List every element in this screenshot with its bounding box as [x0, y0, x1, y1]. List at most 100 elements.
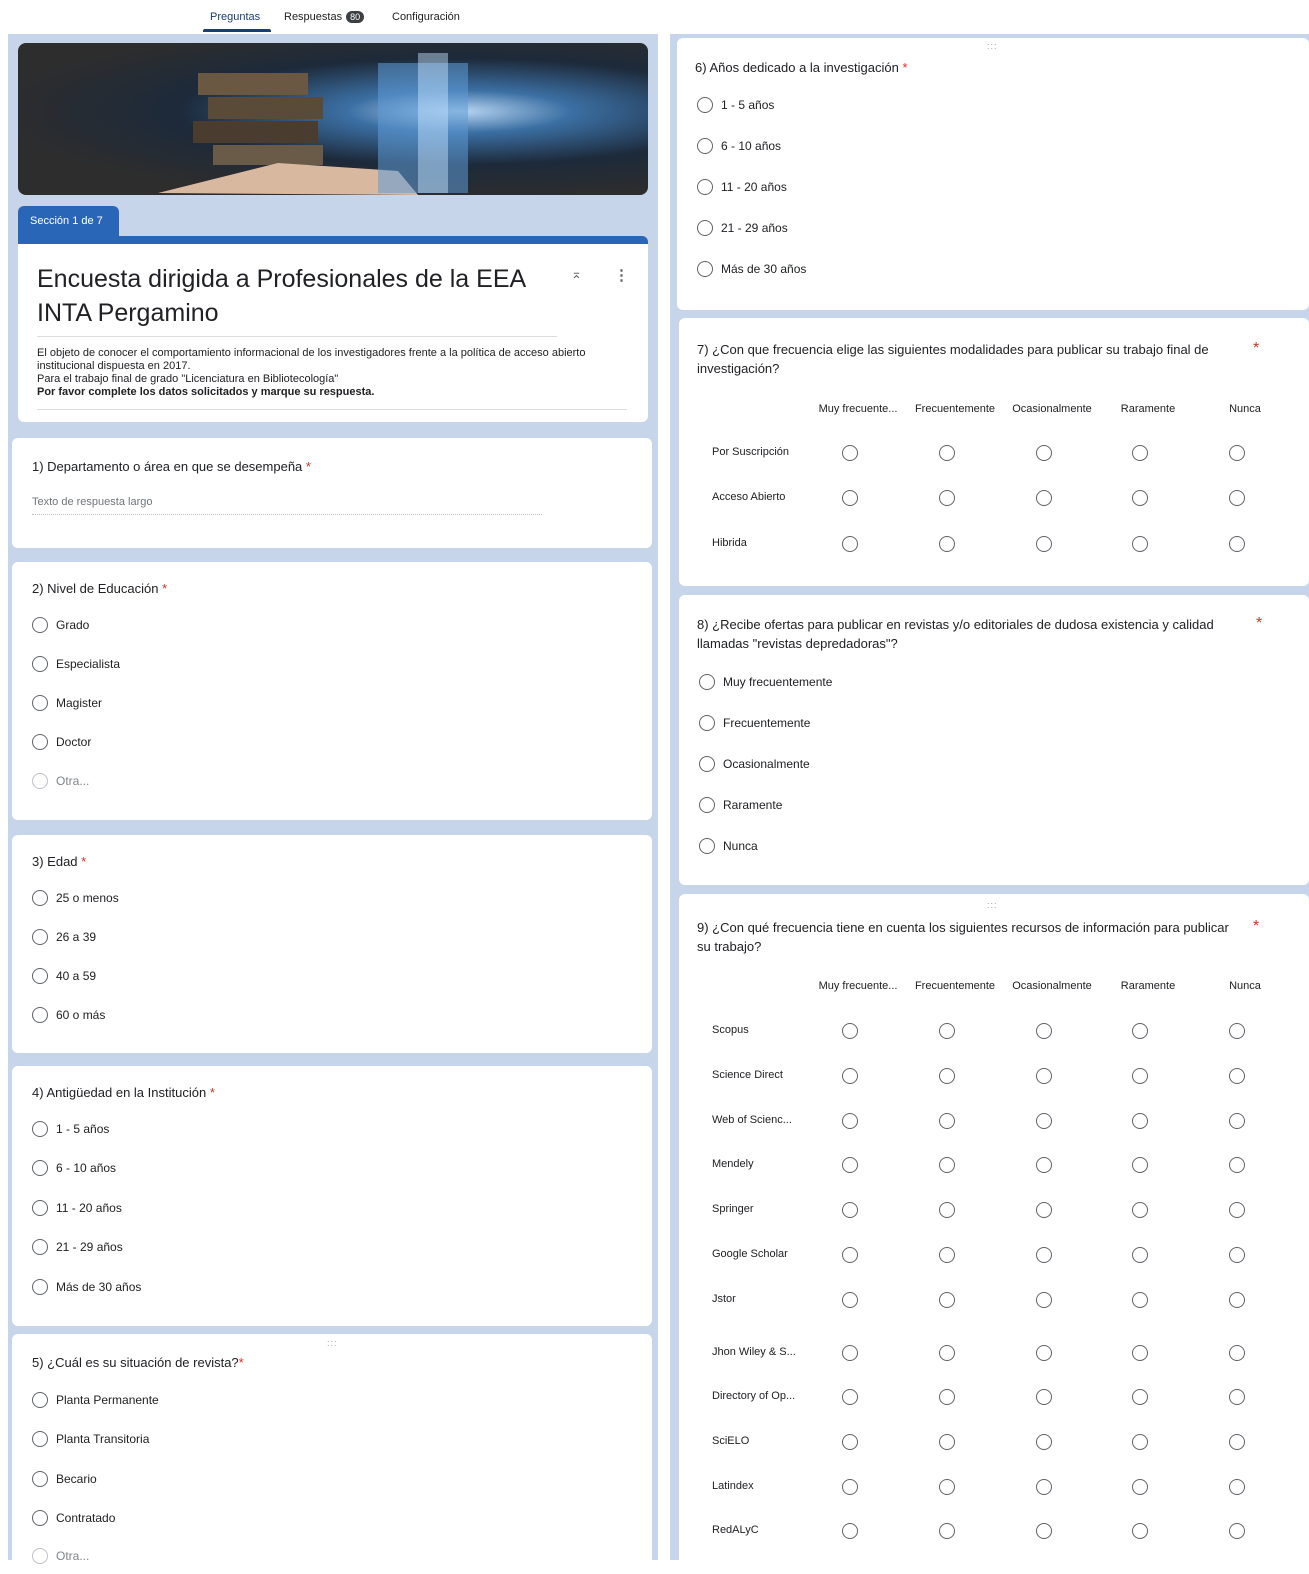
grid-radio-button[interactable] — [939, 1113, 955, 1129]
grid-radio-button[interactable] — [1229, 1434, 1245, 1450]
long-answer-field[interactable]: Texto de respuesta largo — [32, 496, 542, 515]
tab-configuracion[interactable]: Configuración — [392, 11, 460, 23]
grid-radio-button[interactable] — [1229, 536, 1245, 552]
grid-radio-button[interactable] — [1036, 1113, 1052, 1129]
grid-radio-button[interactable] — [842, 445, 858, 461]
radio-button[interactable] — [32, 968, 48, 984]
grid-radio-button[interactable] — [939, 1247, 955, 1263]
grid-radio-button[interactable] — [842, 1389, 858, 1405]
question-card-5[interactable]: ::: 5) ¿Cuál es su situación de revista?… — [12, 1334, 652, 1574]
grid-radio-button[interactable] — [939, 1157, 955, 1173]
radio-button[interactable] — [699, 756, 715, 772]
drag-handle-icon[interactable]: ::: — [327, 1338, 338, 1348]
radio-button[interactable] — [32, 890, 48, 906]
radio-option[interactable]: 6 - 10 años — [32, 1160, 116, 1176]
grid-radio-button[interactable] — [1132, 1247, 1148, 1263]
grid-radio-button[interactable] — [842, 1434, 858, 1450]
grid-radio-button[interactable] — [1036, 1479, 1052, 1495]
radio-option[interactable]: Grado — [32, 617, 89, 633]
question-card-2[interactable]: 2) Nivel de Educación * Grado Especialis… — [12, 562, 652, 820]
radio-button[interactable] — [699, 715, 715, 731]
grid-radio-button[interactable] — [842, 1068, 858, 1084]
radio-button[interactable] — [32, 1548, 48, 1564]
grid-radio-button[interactable] — [939, 1479, 955, 1495]
radio-option[interactable]: Ocasionalmente — [699, 756, 810, 772]
radio-button[interactable] — [699, 838, 715, 854]
grid-radio-button[interactable] — [842, 1023, 858, 1039]
grid-radio-button[interactable] — [939, 490, 955, 506]
grid-radio-button[interactable] — [1132, 1068, 1148, 1084]
radio-option[interactable]: Frecuentemente — [699, 715, 810, 731]
radio-button[interactable] — [699, 674, 715, 690]
grid-radio-button[interactable] — [939, 536, 955, 552]
radio-option[interactable]: 6 - 10 años — [697, 138, 781, 154]
grid-radio-button[interactable] — [842, 1247, 858, 1263]
radio-option[interactable]: Raramente — [699, 797, 782, 813]
grid-radio-button[interactable] — [1229, 1202, 1245, 1218]
grid-radio-button[interactable] — [1229, 1292, 1245, 1308]
question-card-4[interactable]: 4) Antigüedad en la Institución * 1 - 5 … — [12, 1066, 652, 1326]
radio-button[interactable] — [32, 1239, 48, 1255]
grid-radio-button[interactable] — [1036, 490, 1052, 506]
grid-radio-button[interactable] — [939, 1434, 955, 1450]
drag-handle-icon[interactable]: ::: — [987, 900, 998, 910]
tab-preguntas[interactable]: Preguntas — [210, 11, 260, 23]
grid-radio-button[interactable] — [842, 1345, 858, 1361]
grid-radio-button[interactable] — [1229, 1023, 1245, 1039]
grid-radio-button[interactable] — [1132, 1292, 1148, 1308]
grid-radio-button[interactable] — [1229, 445, 1245, 461]
grid-radio-button[interactable] — [1229, 1523, 1245, 1539]
radio-option[interactable]: 21 - 29 años — [697, 220, 788, 236]
form-title[interactable]: Encuesta dirigida a Profesionales de la … — [37, 262, 557, 330]
radio-option[interactable]: Becario — [32, 1471, 97, 1487]
grid-radio-button[interactable] — [1036, 445, 1052, 461]
grid-radio-button[interactable] — [1132, 1479, 1148, 1495]
grid-radio-button[interactable] — [939, 1023, 955, 1039]
radio-option[interactable]: 40 a 59 — [32, 968, 96, 984]
grid-radio-button[interactable] — [939, 445, 955, 461]
grid-radio-button[interactable] — [1229, 1157, 1245, 1173]
radio-button[interactable] — [32, 1121, 48, 1137]
grid-radio-button[interactable] — [1132, 536, 1148, 552]
grid-radio-button[interactable] — [842, 1202, 858, 1218]
radio-button[interactable] — [697, 138, 713, 154]
question-card-7[interactable]: 7) ¿Con que frecuencia elige las siguien… — [679, 318, 1309, 586]
grid-radio-button[interactable] — [1132, 1023, 1148, 1039]
grid-radio-button[interactable] — [939, 1068, 955, 1084]
grid-radio-button[interactable] — [1132, 1157, 1148, 1173]
tab-respuestas[interactable]: Respuestas 80 — [284, 11, 365, 23]
collapse-icon[interactable]: ⌅ — [571, 266, 582, 282]
radio-button[interactable] — [32, 1471, 48, 1487]
grid-radio-button[interactable] — [1132, 1345, 1148, 1361]
radio-option[interactable]: 11 - 20 años — [697, 179, 787, 195]
grid-radio-button[interactable] — [842, 490, 858, 506]
grid-radio-button[interactable] — [842, 1113, 858, 1129]
grid-radio-button[interactable] — [1036, 1523, 1052, 1539]
grid-radio-button[interactable] — [1036, 1292, 1052, 1308]
radio-button[interactable] — [32, 1160, 48, 1176]
radio-option[interactable]: Muy frecuentemente — [699, 674, 832, 690]
grid-radio-button[interactable] — [842, 1157, 858, 1173]
drag-handle-icon[interactable]: ::: — [987, 41, 998, 51]
radio-option[interactable]: Planta Transitoria — [32, 1431, 149, 1447]
question-card-3[interactable]: 3) Edad * 25 o menos 26 a 39 40 a 59 60 … — [12, 835, 652, 1053]
grid-radio-button[interactable] — [1132, 1202, 1148, 1218]
radio-button[interactable] — [32, 1431, 48, 1447]
grid-radio-button[interactable] — [1036, 1389, 1052, 1405]
radio-option[interactable]: Doctor — [32, 734, 91, 750]
grid-radio-button[interactable] — [939, 1389, 955, 1405]
grid-radio-button[interactable] — [842, 1292, 858, 1308]
form-description[interactable]: El objeto de conocer el comportamiento i… — [37, 347, 627, 399]
grid-radio-button[interactable] — [1132, 490, 1148, 506]
question-card-1[interactable]: 1) Departamento o área en que se desempe… — [12, 438, 652, 548]
radio-option[interactable]: 60 o más — [32, 1007, 105, 1023]
grid-radio-button[interactable] — [1132, 445, 1148, 461]
grid-radio-button[interactable] — [1229, 1068, 1245, 1084]
radio-option[interactable]: 25 o menos — [32, 890, 119, 906]
radio-option[interactable]: 21 - 29 años — [32, 1239, 123, 1255]
radio-option[interactable]: Magister — [32, 695, 102, 711]
grid-radio-button[interactable] — [1229, 490, 1245, 506]
grid-radio-button[interactable] — [939, 1202, 955, 1218]
radio-button[interactable] — [32, 617, 48, 633]
radio-button[interactable] — [697, 261, 713, 277]
